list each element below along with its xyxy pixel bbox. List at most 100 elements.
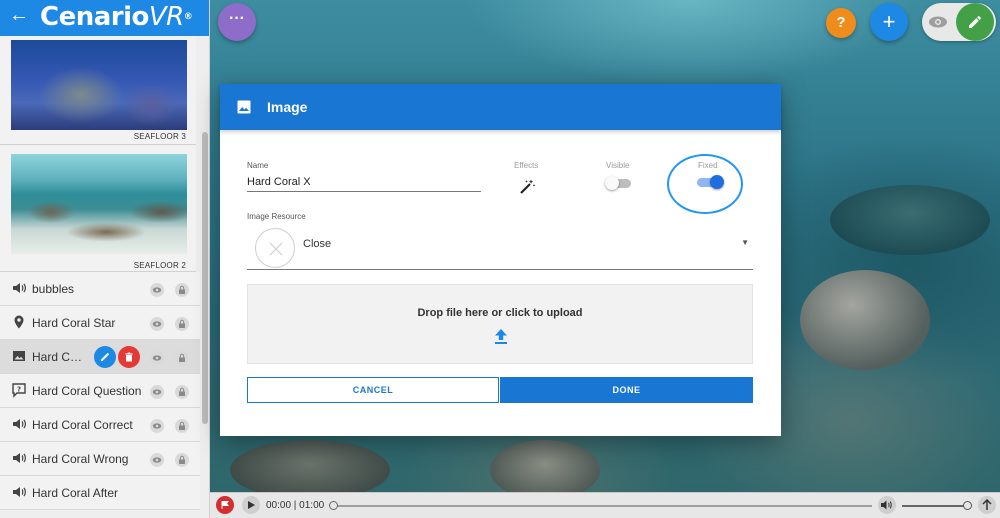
- eye-icon[interactable]: [150, 283, 164, 297]
- app-logo: CenarioVR®: [40, 2, 193, 32]
- play-button[interactable]: [242, 496, 260, 514]
- play-icon: [248, 501, 255, 509]
- layer-item-bubbles[interactable]: bubbles: [0, 272, 200, 306]
- eye-icon[interactable]: [150, 385, 164, 399]
- help-icon: ?: [836, 14, 846, 31]
- volume-icon: [881, 500, 892, 510]
- magic-wand-icon[interactable]: [518, 178, 536, 196]
- sidebar-scrollbar[interactable]: [202, 132, 208, 424]
- image-icon: [11, 348, 27, 364]
- layer-label: Hard Coral Star: [32, 316, 116, 330]
- file-dropzone[interactable]: Drop file here or click to upload: [247, 284, 753, 364]
- scene-thumbnail: [11, 154, 187, 254]
- layer-label: Hard Coral Correct: [32, 418, 133, 432]
- layer-label: Hard Coral After: [32, 486, 119, 500]
- coral-rock: [800, 270, 930, 370]
- arrow-up-icon: [982, 499, 992, 510]
- lock-icon[interactable]: [175, 419, 189, 433]
- fixed-label: Fixed: [698, 161, 718, 170]
- lock-icon[interactable]: [175, 283, 189, 297]
- back-arrow-icon[interactable]: ←: [8, 4, 30, 26]
- image-properties-dialog: Image Name Effects Visible Fixed Image R…: [220, 84, 781, 436]
- dialog-header: Image: [220, 84, 781, 130]
- coral-rock: [490, 440, 600, 500]
- upload-icon: [493, 328, 509, 351]
- scene-label: SEAFLOOR 3: [133, 132, 186, 141]
- eye-icon[interactable]: [928, 15, 948, 34]
- toggle-thumb: [605, 176, 619, 190]
- time-readout: 00:00 | 01:00: [266, 500, 325, 511]
- scene-thumbnail: [11, 40, 187, 130]
- edit-layer-button[interactable]: [94, 346, 116, 368]
- eye-icon[interactable]: [150, 351, 164, 365]
- lock-icon[interactable]: [175, 453, 189, 467]
- audio-icon: [11, 416, 27, 432]
- layer-item-hard-coral-x[interactable]: Hard Coral X: [0, 340, 200, 374]
- volume-handle[interactable]: [963, 501, 972, 510]
- visible-toggle[interactable]: [605, 176, 633, 190]
- brand-bar: ← CenarioVR®: [0, 0, 209, 36]
- done-button[interactable]: DONE: [500, 377, 753, 403]
- plus-icon: +: [882, 9, 896, 34]
- preview-edit-toggle[interactable]: [922, 3, 996, 41]
- scene-label: SEAFLOOR 2: [133, 261, 186, 270]
- chevron-down-icon: ▼: [741, 238, 749, 247]
- dropzone-text: Drop file here or click to upload: [417, 307, 583, 319]
- fixed-toggle[interactable]: [697, 175, 725, 189]
- effects-label: Effects: [514, 161, 539, 170]
- audio-icon: [11, 450, 27, 466]
- image-icon: [237, 100, 251, 119]
- volume-slider[interactable]: [902, 501, 972, 510]
- layer-label: bubbles: [32, 282, 75, 296]
- flag-icon: [221, 501, 229, 509]
- edit-mode-button[interactable]: [956, 3, 994, 41]
- eye-icon[interactable]: [150, 419, 164, 433]
- close-icon: [255, 228, 295, 268]
- coral-rock: [230, 440, 390, 500]
- more-menu-button[interactable]: ···: [218, 3, 256, 41]
- scene-card-seafloor-3[interactable]: SEAFLOOR 3: [0, 36, 196, 145]
- cancel-button[interactable]: CANCEL: [247, 377, 499, 403]
- layer-item-hard-coral-question[interactable]: ? Hard Coral Question: [0, 374, 200, 408]
- scene-card-seafloor-2[interactable]: SEAFLOOR 2: [0, 146, 196, 272]
- delete-layer-button[interactable]: [118, 346, 140, 368]
- scroll-up-button[interactable]: [978, 496, 996, 514]
- resource-value: Close: [303, 238, 332, 250]
- lock-icon[interactable]: [175, 317, 189, 331]
- toggle-thumb: [710, 175, 724, 189]
- sidebar: ← CenarioVR® SEAFLOOR 3 SEAFLOOR 2 bubbl…: [0, 0, 210, 518]
- player-bar: 00:00 | 01:00: [210, 492, 1000, 518]
- layer-label: Hard Coral X: [32, 350, 88, 364]
- layer-item-hard-coral-after[interactable]: Hard Coral After: [0, 476, 200, 510]
- audio-icon: [11, 280, 27, 296]
- add-element-button[interactable]: +: [870, 3, 908, 41]
- eye-icon[interactable]: [150, 453, 164, 467]
- layer-item-hard-coral-correct[interactable]: Hard Coral Correct: [0, 408, 200, 442]
- name-input[interactable]: [247, 172, 481, 192]
- flag-button[interactable]: [216, 496, 234, 514]
- more-icon: ···: [229, 10, 245, 27]
- layer-list: bubbles Hard Coral Star Hard Coral X: [0, 272, 200, 510]
- image-resource-label: Image Resource: [247, 212, 306, 221]
- layer-label: Hard Coral Wrong: [32, 452, 129, 466]
- audio-icon: [11, 484, 27, 500]
- coral-rock: [830, 185, 990, 255]
- eye-icon[interactable]: [150, 317, 164, 331]
- svg-text:?: ?: [17, 386, 21, 394]
- layer-item-hard-coral-star[interactable]: Hard Coral Star: [0, 306, 200, 340]
- pencil-icon: [969, 15, 982, 28]
- visible-label: Visible: [606, 161, 630, 170]
- lock-icon[interactable]: [175, 351, 189, 365]
- location-pin-icon: [11, 314, 27, 330]
- lock-icon[interactable]: [175, 385, 189, 399]
- volume-button[interactable]: [878, 496, 896, 514]
- timeline-handle[interactable]: [329, 501, 338, 510]
- timeline-slider[interactable]: [329, 501, 872, 510]
- name-label: Name: [247, 161, 269, 170]
- dialog-title: Image: [267, 99, 308, 115]
- help-button[interactable]: ?: [826, 8, 856, 38]
- image-resource-select[interactable]: Close ▼: [247, 228, 753, 270]
- layer-item-hard-coral-wrong[interactable]: Hard Coral Wrong: [0, 442, 200, 476]
- layer-label: Hard Coral Question: [32, 384, 142, 398]
- question-box-icon: ?: [11, 382, 27, 398]
